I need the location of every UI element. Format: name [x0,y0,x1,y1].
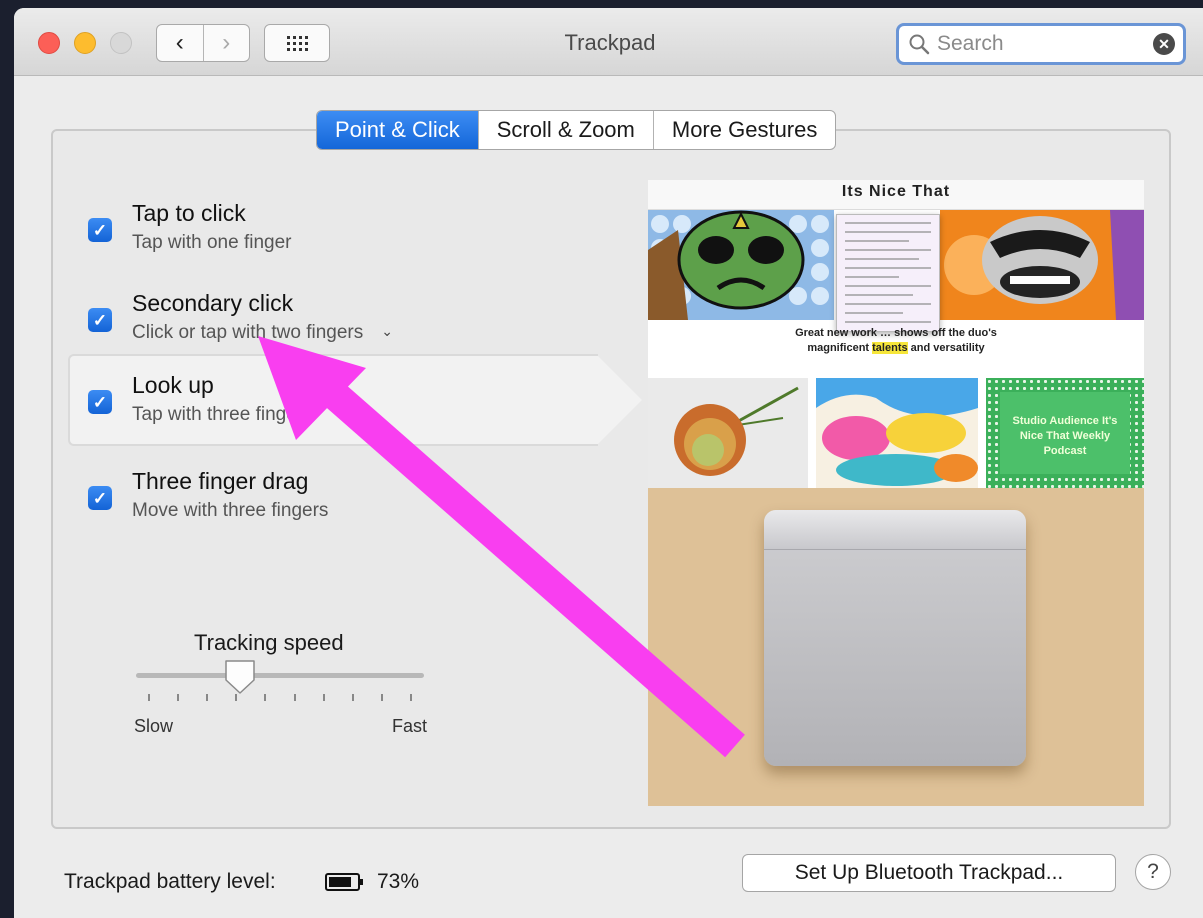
slow-label: Slow [134,716,174,736]
preview-thumb-podcast: Studio Audience It's Nice That Weekly Po… [986,378,1144,488]
battery-level-label: Trackpad battery level: [64,870,276,893]
tab-more-gestures[interactable]: More Gestures [652,111,835,149]
option-title: Tap to click [132,200,246,226]
tab-point-click[interactable]: Point & Click [317,111,478,149]
clear-icon[interactable]: ✕ [1153,33,1175,55]
fast-label: Fast [392,716,428,736]
option-title: Secondary click [132,290,294,316]
slider-tick [409,694,412,701]
preview-thumb-flower [648,378,808,488]
tab-bar: Point & Click Scroll & Zoom More Gesture… [316,110,837,150]
search-placeholder: Search [937,32,1004,55]
slider-tick [206,694,209,701]
slider-tick [148,694,150,701]
option-title: Look up [132,372,214,398]
help-button[interactable]: ? [1135,854,1171,890]
tracking-speed-label: Tracking speed [194,630,344,655]
option-subtitle: Move with three fingers [132,500,329,521]
tracking-speed-slider[interactable] [136,673,424,678]
battery-icon [325,873,363,891]
preview-caption: Great new work … shows off the duo's mag… [648,326,1144,356]
preview-illustration-left [648,210,834,320]
option-subtitle: Tap with one finger [132,232,292,253]
caption-line-2-before: magnificent [807,342,873,354]
option-subtitle: Click or tap with two fingers [132,322,364,343]
option-subtitle-menu[interactable]: Click or tap with two fingers ⌄ [132,322,393,344]
highlighted-word: talents [872,342,908,354]
slider-tick [293,694,296,701]
checkbox-secondary-click[interactable]: ✓ [88,308,112,332]
option-subtitle: Tap with three fingers [132,404,313,425]
preview-illustration-right [940,210,1144,320]
slider-tick [380,694,383,701]
chevron-down-icon[interactable]: ⌄ [381,323,393,340]
checkbox-three-finger-drag[interactable]: ✓ [88,486,112,510]
preview-thumb-painting [816,378,978,488]
battery-percent: 73% [377,870,420,893]
option-look-up[interactable]: ✓ Look up Tap with three fingers [68,354,598,446]
set-up-bluetooth-trackpad-button[interactable]: Set Up Bluetooth Trackpad... [742,854,1116,892]
slider-ticks [148,694,412,701]
search-field[interactable]: Search ✕ [896,23,1186,65]
preferences-window: ‹ › Trackpad Search ✕ Point & Click Scro… [14,8,1203,918]
slider-knob[interactable] [223,658,257,696]
gesture-preview-video: Its Nice That Great new work … shows off… [648,180,1144,806]
podcast-tile-text: Studio Audience It's Nice That Weekly Po… [1000,392,1130,474]
preview-browser-toolbar: Its Nice That [648,180,1144,210]
option-secondary-click[interactable]: ✓ Secondary click Click or tap with two … [84,276,644,366]
preview-webpage: Its Nice That Great new work … shows off… [648,180,1144,488]
checkbox-look-up[interactable]: ✓ [88,390,112,414]
lookup-popover [836,214,940,332]
caption-line-1: Great new work … shows off the duo's [795,327,997,339]
search-icon [909,34,930,55]
tab-scroll-zoom[interactable]: Scroll & Zoom [477,111,653,149]
slider-tick [177,694,180,701]
preview-site-title: Its Nice That [841,183,951,200]
magic-trackpad-illustration [764,510,1026,766]
caption-line-2-after: and versatility [907,342,985,354]
option-title: Three finger drag [132,468,309,494]
titlebar: ‹ › Trackpad Search ✕ [14,8,1203,76]
slider-tick [264,694,267,701]
slider-tick [351,694,354,701]
option-three-finger-drag[interactable]: ✓ Three finger drag Move with three fing… [84,454,644,544]
checkbox-tap-to-click[interactable]: ✓ [88,218,112,242]
option-tap-to-click[interactable]: ✓ Tap to click Tap with one finger [84,186,644,276]
slider-tick [322,694,325,701]
